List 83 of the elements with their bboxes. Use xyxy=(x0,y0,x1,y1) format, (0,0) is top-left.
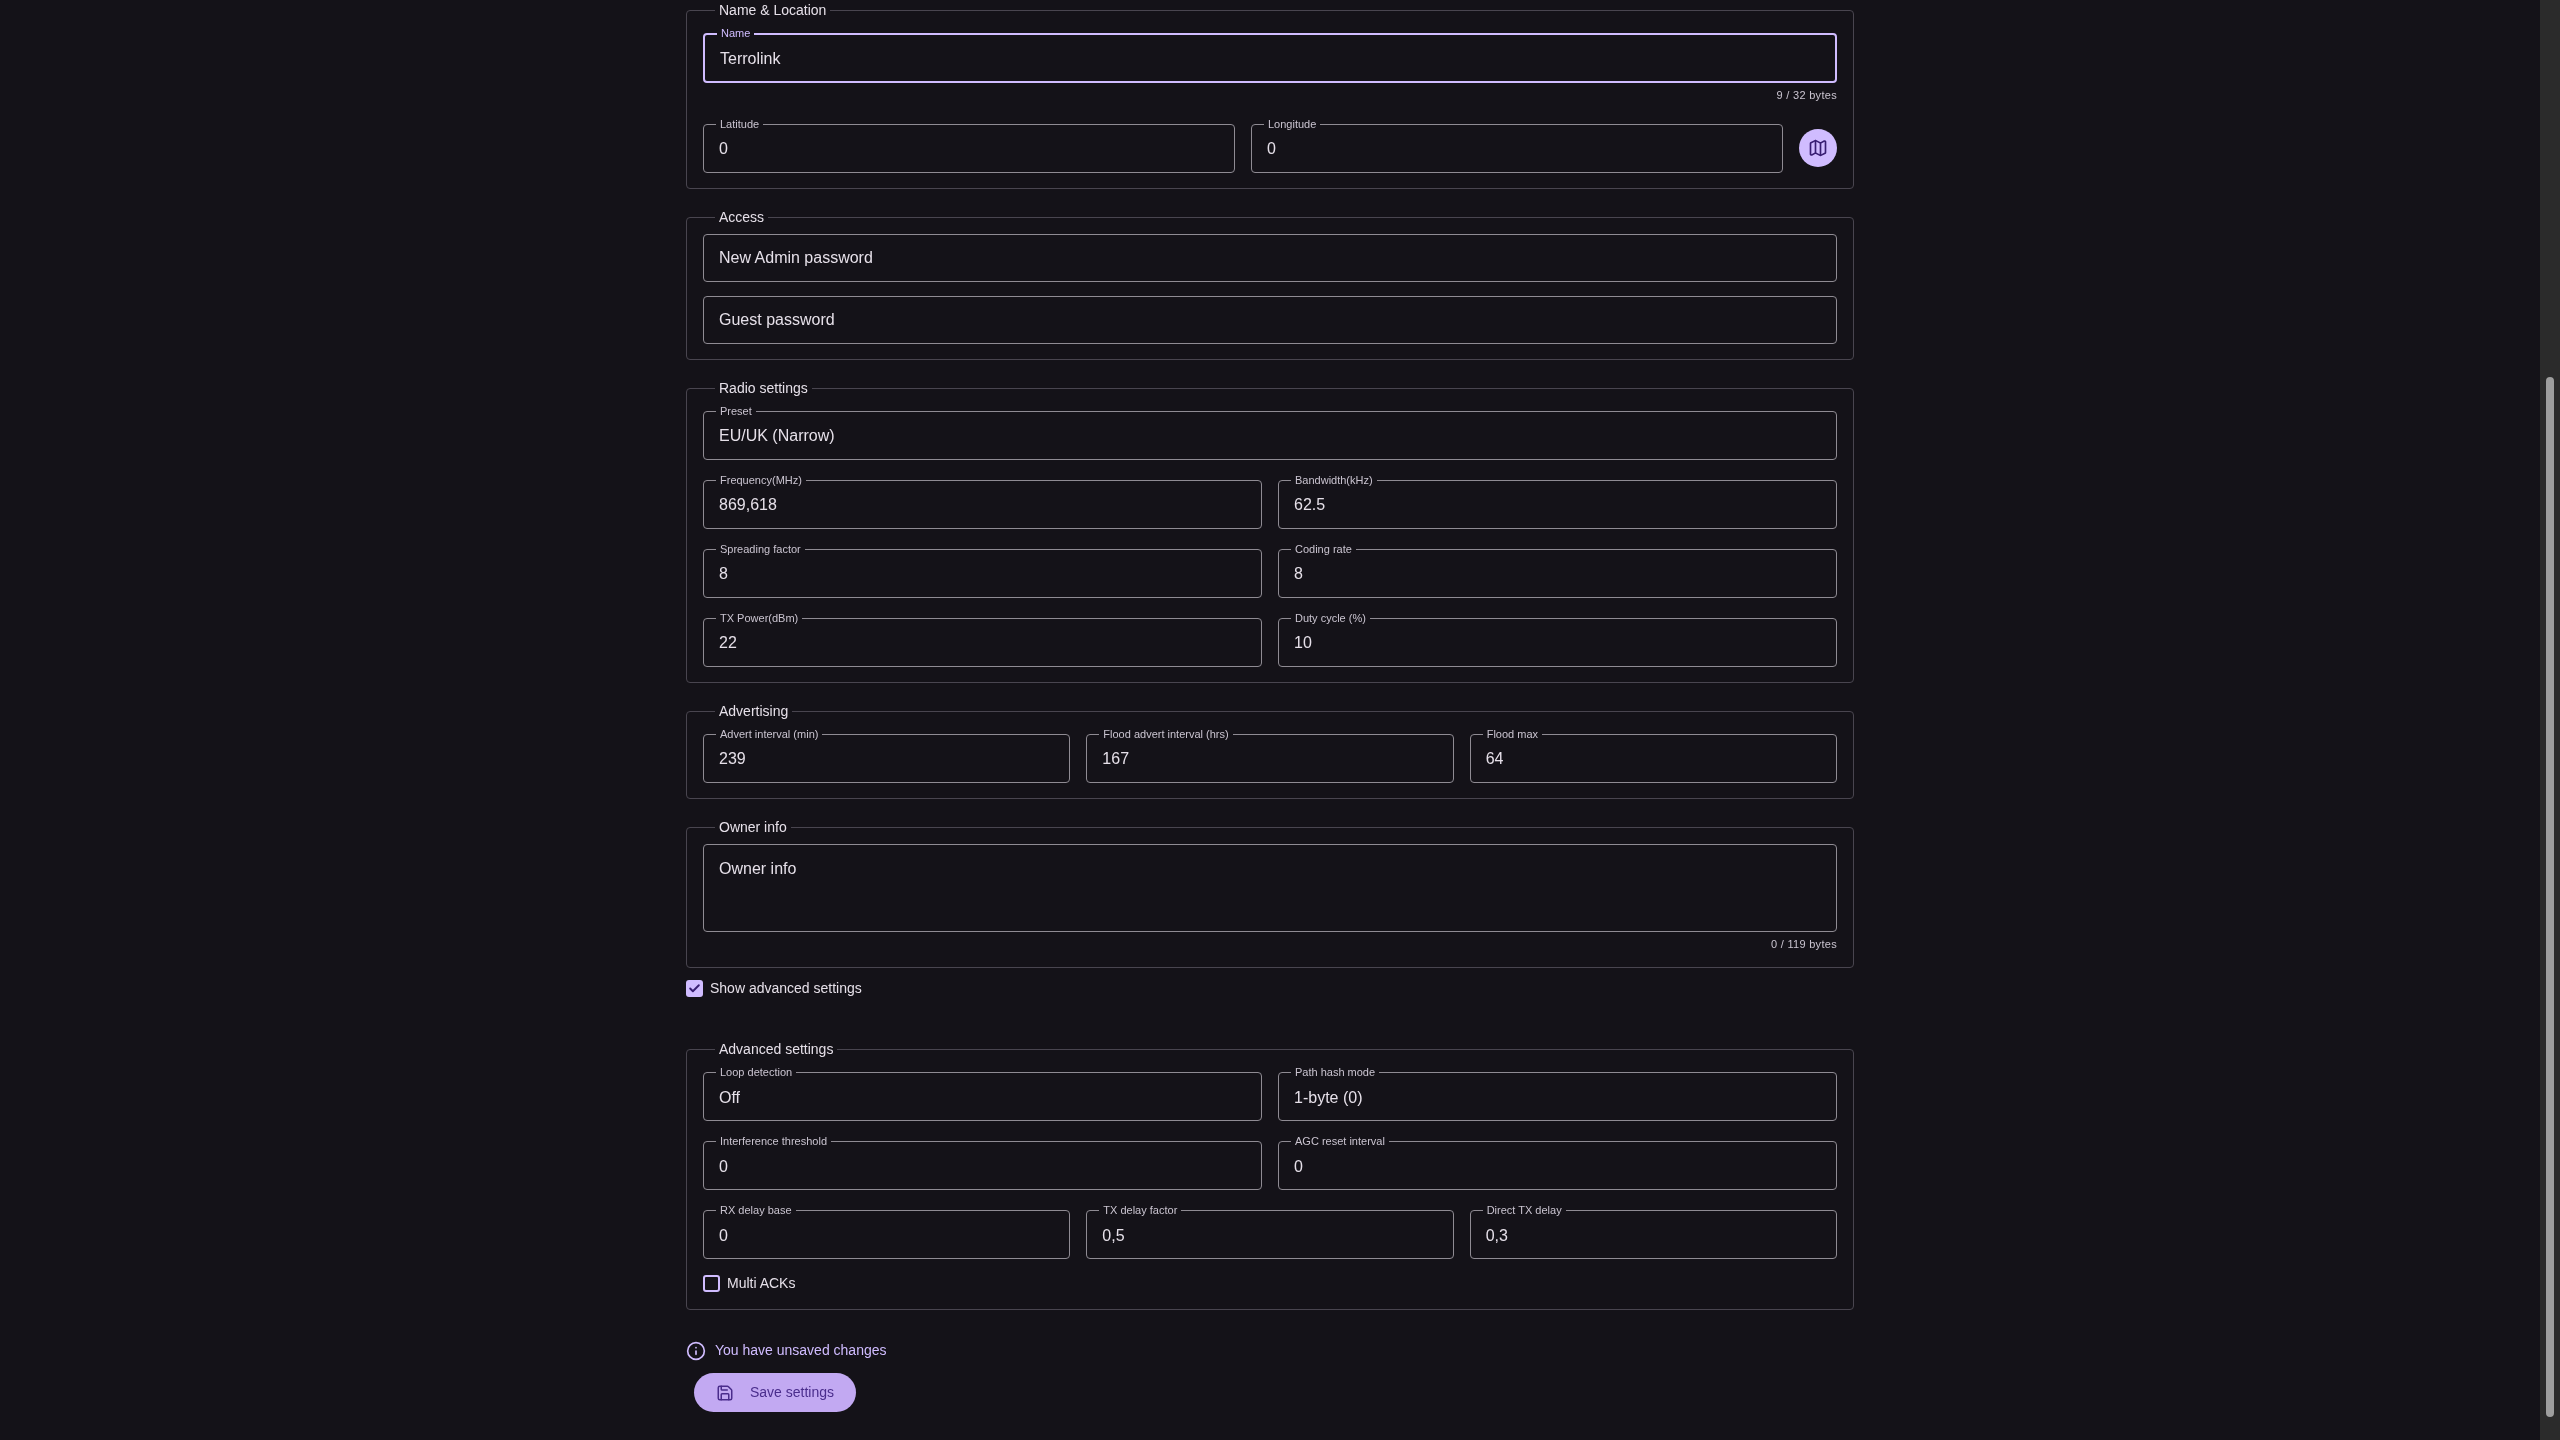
input-field[interactable]: 1-byte (0) xyxy=(1279,1079,1836,1120)
check-icon xyxy=(688,982,701,995)
field-label: Advert interval (min) xyxy=(719,727,820,741)
text-field[interactable]: Name Terrolink xyxy=(703,27,1837,83)
save-button[interactable]: Save settings xyxy=(694,1373,857,1412)
field-label: TX delay factor xyxy=(1102,1204,1179,1217)
save-icon xyxy=(716,1383,734,1402)
checkbox[interactable] xyxy=(703,1275,720,1292)
input-field[interactable]: 0,5 xyxy=(1087,1217,1453,1258)
input-field[interactable]: 0 xyxy=(1279,1148,1836,1189)
section-title: Owner info xyxy=(718,817,788,837)
input-field[interactable]: New Admin password xyxy=(703,233,1837,282)
text-field[interactable]: Flood advert interval (hrs) 167 xyxy=(1086,727,1454,783)
text-field[interactable]: Frequency(MHz) 869,618 xyxy=(703,473,1262,529)
map-button[interactable] xyxy=(1799,129,1837,167)
text-field[interactable]: Advert interval (min) 239 xyxy=(703,727,1071,783)
info-icon xyxy=(686,1340,706,1361)
field-label: Loop detection xyxy=(719,1066,794,1079)
text-field[interactable]: Bandwidth(kHz) 62.5 xyxy=(1278,473,1837,529)
text-field[interactable]: Spreading factor 8 xyxy=(703,542,1262,598)
section-title: Advanced settings xyxy=(718,1040,835,1059)
text-field[interactable]: TX Power(dBm) 22 xyxy=(703,611,1262,667)
text-field[interactable]: Latitude 0 xyxy=(703,117,1235,173)
input-field[interactable]: 869,618 xyxy=(704,486,1261,528)
field-label: Preset xyxy=(719,404,753,418)
checkbox[interactable] xyxy=(686,980,703,997)
input-field[interactable]: 0 xyxy=(704,130,1234,172)
field-label: Bandwidth(kHz) xyxy=(1294,473,1374,487)
input-field[interactable]: 64 xyxy=(1470,740,1836,782)
section-title: Name & Location xyxy=(718,1,828,20)
input-field[interactable]: 8 xyxy=(704,555,1261,597)
text-field[interactable]: TX delay factor 0,5 xyxy=(1086,1204,1454,1259)
scrollbar[interactable] xyxy=(2540,0,2560,1440)
text-field[interactable]: Duty cycle (%) 10 xyxy=(1278,611,1837,667)
field-label: Coding rate xyxy=(1294,542,1353,556)
input-field[interactable]: 167 xyxy=(1087,740,1453,782)
input-field[interactable]: Guest password xyxy=(703,295,1837,344)
input-field[interactable]: Terrolink xyxy=(705,40,1835,81)
map-icon xyxy=(1808,138,1828,158)
field-label: Longitude xyxy=(1267,117,1318,131)
input-field[interactable]: 62.5 xyxy=(1279,486,1836,528)
input-field[interactable]: 0,3 xyxy=(1470,1217,1836,1258)
section-title: Access xyxy=(718,207,766,227)
section-title: Radio settings xyxy=(718,378,809,398)
text-field[interactable]: Longitude 0 xyxy=(1251,117,1783,173)
section-title: Advertising xyxy=(718,701,790,721)
text-field[interactable]: Loop detection Off xyxy=(703,1066,1262,1121)
field-label: Duty cycle (%) xyxy=(1294,611,1367,625)
status-message: You have unsaved changes xyxy=(715,1341,887,1360)
text-field[interactable]: Coding rate 8 xyxy=(1278,542,1837,598)
text-field[interactable]: RX delay base 0 xyxy=(703,1204,1071,1259)
input-field[interactable]: Off xyxy=(704,1079,1261,1120)
field-label: Frequency(MHz) xyxy=(719,473,803,487)
input-field[interactable]: 10 xyxy=(1279,624,1836,666)
input-field[interactable]: 239 xyxy=(704,740,1070,782)
field-label: Latitude xyxy=(719,117,761,131)
field-label: Flood max xyxy=(1485,727,1539,741)
text-field[interactable]: AGC reset interval 0 xyxy=(1278,1135,1837,1190)
field-label: AGC reset interval xyxy=(1294,1135,1386,1148)
byte-counter: 9 / 32 bytes xyxy=(1776,88,1837,103)
field-label: Spreading factor xyxy=(719,542,802,556)
input-field[interactable]: EU/UK (Narrow) xyxy=(704,417,1836,459)
text-field[interactable]: Direct TX delay 0,3 xyxy=(1469,1204,1837,1259)
input-field[interactable]: 0 xyxy=(1252,130,1782,172)
field-label: Direct TX delay xyxy=(1485,1204,1563,1217)
text-field[interactable]: Interference threshold 0 xyxy=(703,1135,1262,1190)
field-label: Interference threshold xyxy=(719,1135,828,1148)
field-label: Flood advert interval (hrs) xyxy=(1102,727,1230,741)
text-field[interactable]: Path hash mode 1-byte (0) xyxy=(1278,1066,1837,1121)
input-field[interactable]: 0 xyxy=(704,1148,1261,1189)
text-field[interactable]: Preset EU/UK (Narrow) xyxy=(703,404,1837,460)
field-label: Path hash mode xyxy=(1294,1066,1377,1079)
field-label: TX Power(dBm) xyxy=(719,611,800,625)
checkbox-label: Multi ACKs xyxy=(727,1274,796,1293)
input-field[interactable]: Owner info xyxy=(703,843,1837,932)
input-field[interactable]: 8 xyxy=(1279,555,1836,597)
field-label: Name xyxy=(720,27,752,40)
input-field[interactable]: 22 xyxy=(704,624,1261,666)
byte-counter: 0 / 119 bytes xyxy=(1770,936,1837,952)
checkbox-label: Show advanced settings xyxy=(710,979,862,998)
text-field[interactable]: Flood max 64 xyxy=(1469,727,1837,783)
input-field[interactable]: 0 xyxy=(704,1217,1070,1258)
field-label: RX delay base xyxy=(719,1204,793,1217)
